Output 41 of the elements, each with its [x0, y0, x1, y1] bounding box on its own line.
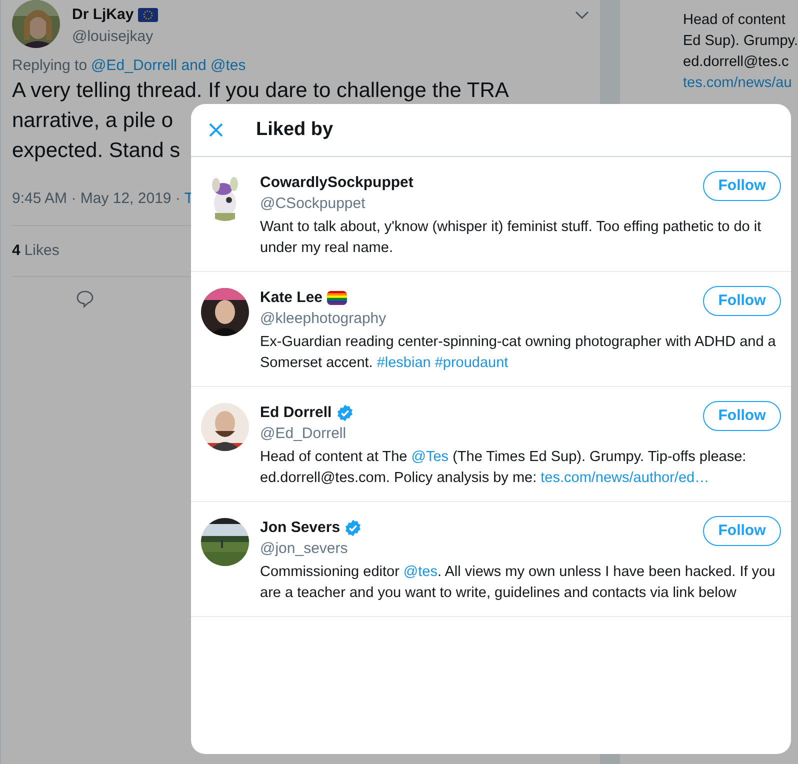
- tweet-text-line: narrative, a pile o: [12, 108, 174, 134]
- user-name[interactable]: Kate Lee: [260, 286, 323, 310]
- user-bio: Head of content at The @Tes (The Times Ed Sup). Grumpy. Tip-offs please: ed.dorrell@tes.com. Policy analysis by me: tes.com/news/author/ed…: [260, 448, 748, 488]
- rainbow-flag-icon: [326, 291, 347, 305]
- user-bio: Want to talk about, y'know (whisper it) feminist stuff. Too effing pathetic to do it under my real name.: [260, 218, 762, 258]
- user-handle[interactable]: @kleephotography: [260, 308, 386, 330]
- bio-text-line: ed.dorrell@tes.c: [683, 53, 789, 72]
- author-name[interactable]: Dr LjKay: [72, 4, 134, 26]
- likes-label[interactable]: Likes: [24, 240, 60, 262]
- tweet-timestamp: 9:45 AM · May 12, 2019 ·: [12, 189, 180, 209]
- close-icon: [208, 122, 224, 138]
- bio-text-line: Ed Sup). Grumpy.: [683, 32, 798, 51]
- author-handle[interactable]: @louisejkay: [72, 26, 158, 46]
- follow-button[interactable]: Follow: [703, 171, 781, 201]
- user-handle[interactable]: @CSockpuppet: [260, 193, 366, 215]
- tweet-text-line: expected. Stand s: [12, 138, 180, 164]
- bio-link[interactable]: #lesbian: [376, 355, 431, 371]
- user-name[interactable]: Ed Dorrell: [260, 402, 332, 424]
- user-bio: Ex-Guardian reading center-spinning-cat owning photographer with ADHD and a Somerset accent. #lesbian #proudaunt: [260, 333, 777, 373]
- dialog-title: Liked by: [256, 118, 334, 142]
- user-handle[interactable]: @Ed_Dorrell: [260, 423, 346, 445]
- chevron-down-icon: [575, 10, 589, 20]
- bio-link[interactable]: @tes: [403, 564, 438, 580]
- user-name[interactable]: Jon Severs: [260, 516, 340, 540]
- replying-label: Replying to: [12, 57, 88, 75]
- bio-link[interactable]: @Tes: [411, 449, 449, 465]
- likes-count[interactable]: 4: [12, 240, 20, 262]
- bio-text-line: Head of content: [683, 11, 786, 30]
- follow-button[interactable]: Follow: [703, 286, 781, 316]
- bio-link[interactable]: #proudaunt: [434, 355, 508, 371]
- reply-link[interactable]: @Ed_Dorrell and @tes: [91, 57, 246, 75]
- user-handle[interactable]: @jon_severs: [260, 538, 348, 560]
- eu-flag-icon: [138, 8, 158, 22]
- follow-button[interactable]: Follow: [703, 516, 781, 546]
- follow-button[interactable]: Follow: [703, 401, 781, 431]
- tweet-text-line: A very telling thread. If you dare to challenge the TRA: [12, 78, 509, 104]
- user-bio: Commissioning editor @tes. All views my own unless I have been hacked. If you are a teacher and you want to write, guidelines and contacts via link below: [260, 563, 776, 603]
- reply-icon: [75, 289, 95, 309]
- user-name[interactable]: CowardlySockpuppet: [260, 172, 414, 194]
- bio-link[interactable]: tes.com/news/author/ed…: [540, 470, 710, 486]
- bio-link[interactable]: tes.com/news/au: [683, 73, 792, 94]
